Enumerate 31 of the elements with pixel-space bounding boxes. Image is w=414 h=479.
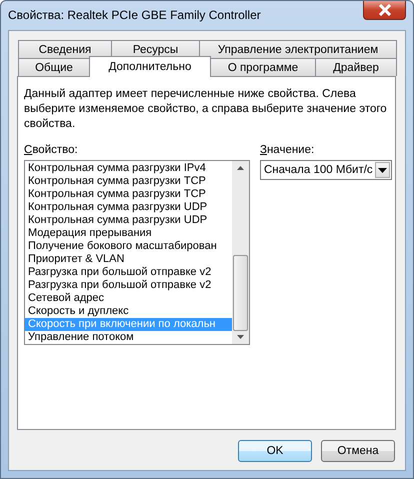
tab[interactable]: О программе (210, 58, 316, 76)
tab[interactable]: Сведения (18, 40, 112, 58)
property-item[interactable]: Контрольная сумма разгрузки UDP (25, 201, 232, 214)
property-item[interactable]: Сетевой адрес (25, 292, 232, 305)
description-text: Данный адаптер имеет перечисленные ниже свойства. Слева выберите изменяемое свойство, а справа выберите значение этого свойства. (24, 87, 388, 132)
tab[interactable]: Дополнительно (89, 56, 211, 77)
dialog-button[interactable]: OK (238, 440, 312, 462)
property-label: Свойство: (24, 144, 79, 156)
property-item[interactable]: Разгрузка при большой отправке v2 (25, 279, 232, 292)
dropdown-arrow-icon (378, 168, 387, 172)
tab[interactable]: Драйвер (315, 58, 397, 76)
property-item[interactable]: Контрольная сумма разгрузки TCP (25, 188, 232, 201)
tab[interactable]: Управление электропитанием (199, 40, 397, 58)
property-item[interactable]: Получение бокового масштабирован (25, 240, 232, 253)
value-dropdown[interactable]: Сначала 100 Мбит/с (260, 160, 392, 180)
property-item[interactable]: Контрольная сумма разгрузки TCP (25, 175, 232, 188)
close-icon (378, 4, 392, 16)
property-item[interactable]: Контрольная сумма разгрузки IPv4 (25, 162, 232, 175)
scroll-thumb[interactable] (233, 255, 248, 331)
dialog-button[interactable]: Отмена (321, 440, 395, 462)
value-label: Значение: (260, 144, 316, 156)
window-title: Свойства: Realtek PCIe GBE Family Controller (8, 8, 261, 22)
property-item[interactable]: Модерация прерывания (25, 227, 232, 240)
property-item[interactable]: Разгрузка при большой отправке v2 (25, 266, 232, 279)
close-button[interactable] (363, 1, 406, 20)
tab[interactable]: Общие (18, 58, 90, 76)
property-item[interactable]: Приоритет & VLAN (25, 253, 232, 266)
property-item[interactable]: Скорость и дуплекс (25, 305, 232, 318)
property-item[interactable]: Управление потоком (25, 331, 232, 344)
property-item[interactable]: Контрольная сумма разгрузки UDP (25, 214, 232, 227)
scrollbar[interactable] (232, 161, 249, 344)
